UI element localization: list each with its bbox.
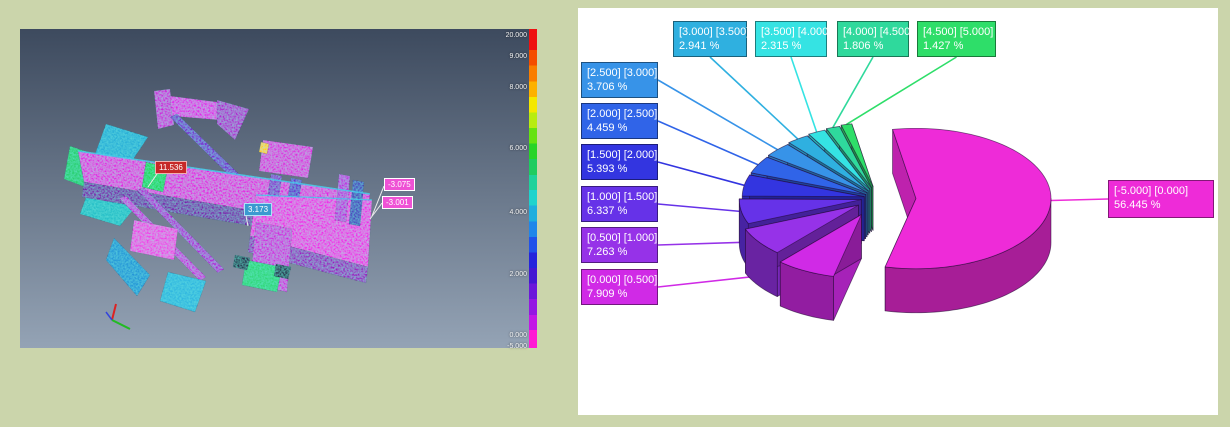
report-page: { "page": { "background": "#cbd5ab" }, "… [0,0,1230,427]
pie-label-range: [1.500] [2.000] [587,148,652,162]
pie-label: [1.500] [2.000]5.393 % [581,144,658,180]
pie-label-percent: 3.706 % [587,80,652,94]
leader-line [658,80,777,150]
pie-slice [885,128,1051,312]
pie-label-percent: 1.427 % [923,39,990,53]
deviation-viewer-image[interactable]: 11.536 3.173 -3.075 -3.001 20.000 9.000 8.000… [20,29,537,348]
pie-label-percent: 56.445 % [1114,198,1208,212]
measurement-callout: 3.173 [244,203,272,216]
pie-label-range: [0.500] [1.000] [587,231,652,245]
measurement-callout: -3.001 [382,196,413,209]
pie-label: [-5.000] [0.000]56.445 % [1108,180,1214,218]
leader-line [658,121,758,165]
pie-label: [1.000] [1.500]6.337 % [581,186,658,222]
leader-line [1051,199,1108,201]
pie-label: [4.500] [5.000]1.427 % [917,21,996,57]
leader-line [846,57,956,124]
colorbar-tick-label: 8.000 [509,84,527,92]
colorbar-tick-label: 2.000 [509,271,527,279]
axis-triad-icon [106,304,130,329]
pie-label-percent: 2.941 % [679,39,741,53]
pie-label: [2.000] [2.500]4.459 % [581,103,658,139]
leader-line [833,57,873,127]
pie-label: [3.000] [3.500]2.941 % [673,21,747,57]
color-scale-ticks: 20.000 9.000 8.000 6.000 4.000 2.000 0.000 -5.0… [483,29,527,348]
pie-label-range: [2.000] [2.500] [587,107,652,121]
pie-label: [0.500] [1.000]7.263 % [581,227,658,263]
point-cloud-render [20,29,537,348]
pie-label-percent: 7.263 % [587,245,652,259]
pie-label: [2.500] [3.000]3.706 % [581,62,658,98]
scanned-structure [64,89,372,312]
pie-label-percent: 1.806 % [843,39,903,53]
pie-label-range: [-5.000] [0.000] [1114,184,1208,198]
pie-label-percent: 5.393 % [587,162,652,176]
deviation-pie-chart-image[interactable]: [-5.000] [0.000]56.445 %[0.000] [0.500]7… [578,8,1218,415]
colorbar-tick-label: 6.000 [509,145,527,153]
pie-label: [4.000] [4.500]1.806 % [837,21,909,57]
pie-label-range: [3.500] [4.000] [761,25,821,39]
pie-label-percent: 2.315 % [761,39,821,53]
pie-label-percent: 6.337 % [587,204,652,218]
colorbar-tick-label: 0.000 [509,332,527,340]
pie-label: [3.500] [4.000]2.315 % [755,21,827,57]
color-scale-bar [529,29,537,348]
pie-label-percent: 7.909 % [587,287,652,301]
leader-line [658,204,741,212]
pie-label-range: [3.000] [3.500] [679,25,741,39]
pie-label-range: [4.500] [5.000] [923,25,990,39]
colorbar-tick-label: 4.000 [509,209,527,217]
measurement-callout: 11.536 [155,161,187,174]
leader-line [710,57,798,139]
colorbar-tick-label: -5.000 [507,343,527,351]
pie-label-range: [4.000] [4.500] [843,25,903,39]
colorbar-tick-label: 20.000 [506,32,527,40]
pie-label-range: [0.000] [0.500] [587,273,652,287]
leader-line [791,57,817,132]
colorbar-tick-label: 9.000 [509,53,527,61]
pie-label-range: [1.000] [1.500] [587,190,652,204]
measurement-callout: -3.075 [384,178,415,191]
pie-label-percent: 4.459 % [587,121,652,135]
pie-label-range: [2.500] [3.000] [587,66,652,80]
leader-line [658,162,744,185]
pie-label: [0.000] [0.500]7.909 % [581,269,658,305]
